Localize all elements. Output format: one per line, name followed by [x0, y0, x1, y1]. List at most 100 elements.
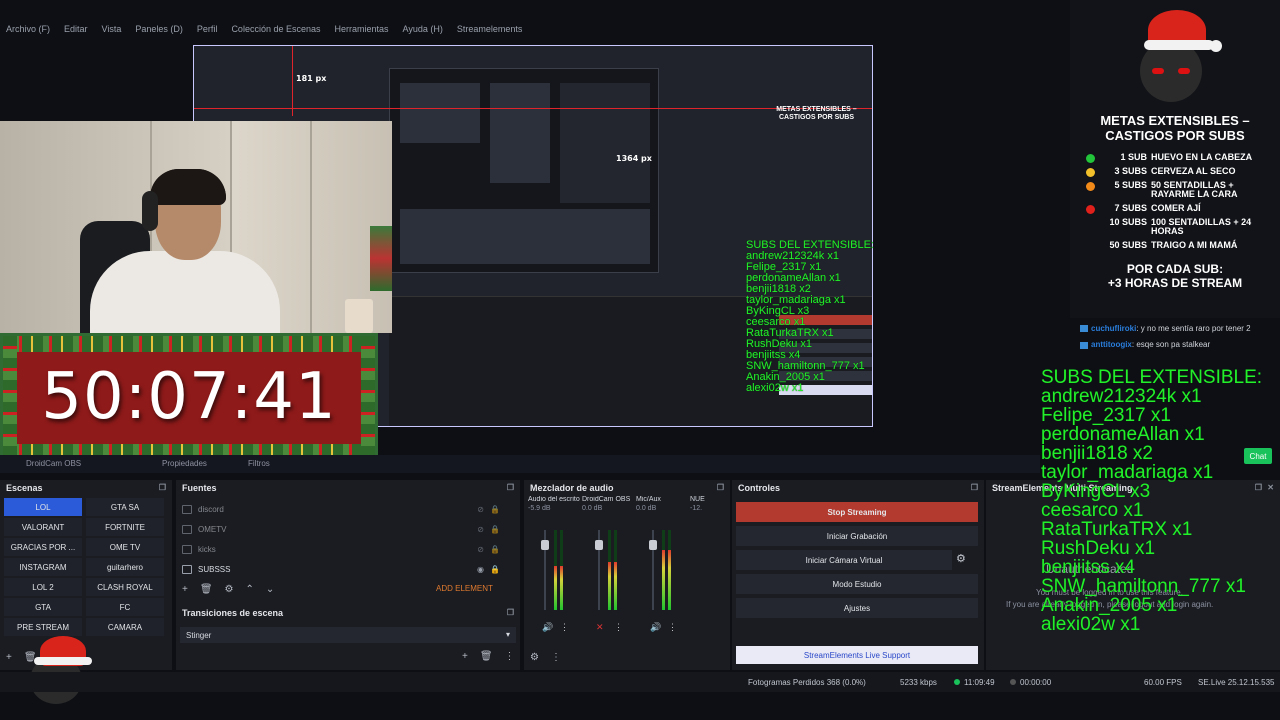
- scene-button[interactable]: VALORANT: [4, 518, 82, 536]
- menu-herramientas[interactable]: Herramientas: [335, 24, 389, 34]
- menu-paneles[interactable]: Paneles (D): [135, 24, 183, 34]
- volume-fader[interactable]: [541, 530, 549, 610]
- menu-streamelements[interactable]: Streamelements: [457, 24, 523, 34]
- eye-icon[interactable]: ◉: [477, 565, 484, 574]
- menu-archivo[interactable]: Archivo (F): [6, 24, 50, 34]
- more-icon[interactable]: ⋮: [668, 622, 677, 633]
- scene-button[interactable]: PRE STREAM: [4, 618, 82, 636]
- speaker-icon[interactable]: 🔊: [650, 622, 661, 633]
- add-icon[interactable]: +: [182, 584, 188, 595]
- volume-fader[interactable]: [595, 530, 603, 610]
- trash-icon[interactable]: 🗑: [480, 651, 493, 662]
- undock-icon[interactable]: ❐: [507, 483, 514, 492]
- dock-tabs: DroidCam OBS Propiedades Filtros: [0, 455, 1040, 473]
- window-source-icon: [182, 524, 192, 534]
- mixer-settings-icon[interactable]: ⚙: [530, 652, 539, 663]
- trash-icon[interactable]: 🗑: [200, 584, 213, 595]
- volume-fader[interactable]: [649, 530, 657, 610]
- menu-vista[interactable]: Vista: [102, 24, 122, 34]
- more-icon[interactable]: ⋮: [505, 651, 515, 662]
- more-icon[interactable]: ⋮: [551, 652, 561, 663]
- source-item[interactable]: discord ⊘ 🔒: [182, 500, 502, 518]
- dropped-frames: Fotogramas Perdidos 368 (0.0%): [748, 678, 866, 687]
- obs-window: Archivo (F) Editar Vista Paneles (D) Per…: [0, 0, 1280, 720]
- se-support-button[interactable]: StreamElements Live Support: [736, 646, 978, 664]
- menu-ayuda[interactable]: Ayuda (H): [403, 24, 443, 34]
- close-icon[interactable]: ✕: [1267, 483, 1274, 492]
- tab-filters[interactable]: Filtros: [248, 459, 270, 468]
- mixer-title: Mezclador de audio ❐: [530, 483, 724, 493]
- sub-entry: Anakin_2005 x1: [1041, 595, 1178, 616]
- settings-button[interactable]: Ajustes: [736, 598, 978, 618]
- scene-button[interactable]: OME TV: [86, 538, 164, 556]
- scene-button[interactable]: FORTNITE: [86, 518, 164, 536]
- metas-title-1: METAS EXTENSIBLES –: [1100, 113, 1250, 128]
- lock-icon[interactable]: 🔒: [490, 505, 500, 514]
- undock-icon[interactable]: ❐: [507, 608, 514, 617]
- scene-button[interactable]: GTA: [4, 598, 82, 616]
- scene-button[interactable]: guitarhero: [86, 558, 164, 576]
- hidden-eye-icon[interactable]: ⊘: [477, 545, 484, 554]
- scene-button[interactable]: CAMARA: [86, 618, 164, 636]
- chat-message: cuchufliroki: y no me sentía raro por te…: [1080, 324, 1280, 334]
- window-source-icon: [182, 544, 192, 554]
- add-element-button[interactable]: ADD ELEMENT: [436, 584, 493, 593]
- sources-toolbar: + 🗑 ⚙ ⌃ ⌄: [182, 584, 274, 595]
- scene-button[interactable]: GTA SA: [86, 498, 164, 516]
- sources-dock: Fuentes ❐ discord ⊘ 🔒 OMETV ⊘ 🔒 kicks ⊘ …: [176, 480, 520, 605]
- se-live-version: SE.Live 25.12.15.535: [1198, 678, 1275, 687]
- scene-button[interactable]: GRACIAS POR ...: [4, 538, 82, 556]
- headset-icon: [142, 191, 158, 231]
- sub-entry: alexi02w x1: [1041, 614, 1141, 635]
- hidden-eye-icon[interactable]: ⊘: [477, 525, 484, 534]
- scenes-title: Escenas ❐: [6, 483, 166, 493]
- menu-coleccion[interactable]: Colección de Escenas: [231, 24, 320, 34]
- lock-icon[interactable]: 🔒: [490, 525, 500, 534]
- scene-button[interactable]: CLASH ROYAL: [86, 578, 164, 596]
- tab-droidcam[interactable]: DroidCam OBS: [26, 459, 81, 468]
- menu-editar[interactable]: Editar: [64, 24, 88, 34]
- sub-entry: Felipe_2317 x1: [1041, 405, 1171, 426]
- transition-select[interactable]: Stinger ▾: [180, 627, 516, 643]
- menu-perfil[interactable]: Perfil: [197, 24, 218, 34]
- arrow-up-icon[interactable]: ⌃: [246, 584, 254, 595]
- tab-properties[interactable]: Propiedades: [162, 459, 207, 468]
- transitions-title: Transiciones de escena ❐: [182, 608, 514, 618]
- metas-row: 50 SUBS TRAIGO A MI MAMÁ: [1086, 240, 1276, 251]
- hidden-eye-icon[interactable]: ⊘: [477, 505, 484, 514]
- speaker-icon[interactable]: 🔊: [542, 622, 553, 633]
- fps: 60.00 FPS: [1144, 678, 1182, 687]
- muted-icon[interactable]: ✕: [596, 622, 604, 633]
- subs-overlay-large: SUBS DEL EXTENSIBLE: andrew212324k x1 Feli…: [1041, 368, 1262, 634]
- start-recording-button[interactable]: Iniciar Grabación: [736, 526, 978, 546]
- more-icon[interactable]: ⋮: [560, 622, 569, 633]
- arrow-down-icon[interactable]: ⌄: [266, 584, 274, 595]
- stream-timer: 50:07:41: [0, 333, 378, 463]
- source-item[interactable]: OMETV ⊘ 🔒: [182, 520, 502, 538]
- status-bar: Fotogramas Perdidos 368 (0.0%) 5233 kbps…: [0, 672, 1280, 692]
- guide-label-right: 1364 px: [616, 154, 652, 163]
- add-icon[interactable]: +: [6, 652, 12, 663]
- scene-button[interactable]: LOL 2: [4, 578, 82, 596]
- undock-icon[interactable]: ❐: [159, 483, 166, 492]
- undock-icon[interactable]: ❐: [717, 483, 724, 492]
- scene-button[interactable]: LOL: [4, 498, 82, 516]
- scene-button[interactable]: FC: [86, 598, 164, 616]
- source-item[interactable]: kicks ⊘ 🔒: [182, 540, 502, 558]
- status-dot-icon: [1086, 242, 1095, 251]
- channel-db: -5.9 dB: [528, 505, 551, 512]
- stop-streaming-button[interactable]: Stop Streaming: [736, 502, 978, 522]
- virtual-camera-button[interactable]: Iniciar Cámara Virtual: [736, 550, 952, 570]
- source-item[interactable]: SUBSSS ◉ 🔒: [182, 560, 502, 578]
- more-icon[interactable]: ⋮: [614, 622, 623, 633]
- undock-icon[interactable]: ❐: [971, 483, 978, 492]
- virtual-camera-gear-icon[interactable]: ⚙: [956, 552, 966, 565]
- studio-mode-button[interactable]: Modo Estudio: [736, 574, 978, 594]
- lock-icon[interactable]: 🔒: [490, 545, 500, 554]
- scene-button[interactable]: INSTAGRAM: [4, 558, 82, 576]
- lock-icon[interactable]: 🔒: [490, 565, 500, 574]
- gear-icon[interactable]: ⚙: [225, 584, 234, 595]
- status-dot-icon: [1086, 154, 1095, 163]
- sub-entry: perdonameAllan x1: [1041, 424, 1205, 445]
- add-icon[interactable]: +: [462, 651, 468, 662]
